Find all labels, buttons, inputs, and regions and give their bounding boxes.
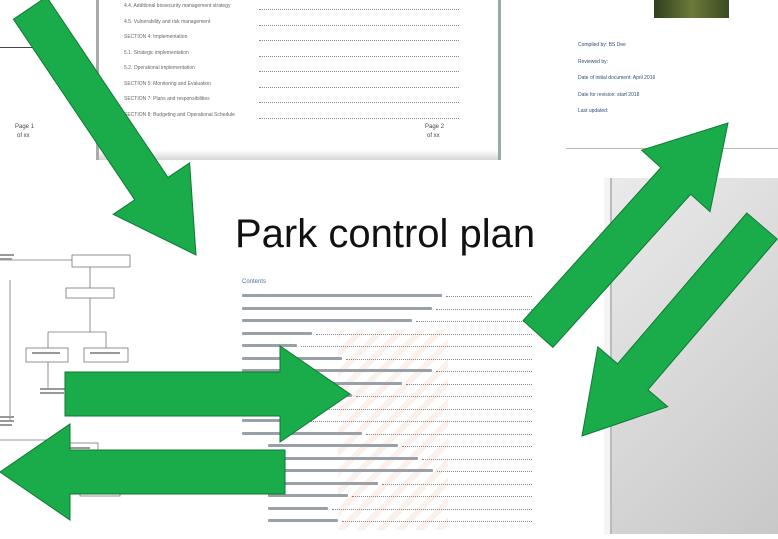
arrow-down-right-icon xyxy=(12,0,197,256)
arrows-layer xyxy=(0,0,778,521)
arrow-right-icon xyxy=(64,345,351,443)
arrow-left-icon xyxy=(0,423,286,521)
